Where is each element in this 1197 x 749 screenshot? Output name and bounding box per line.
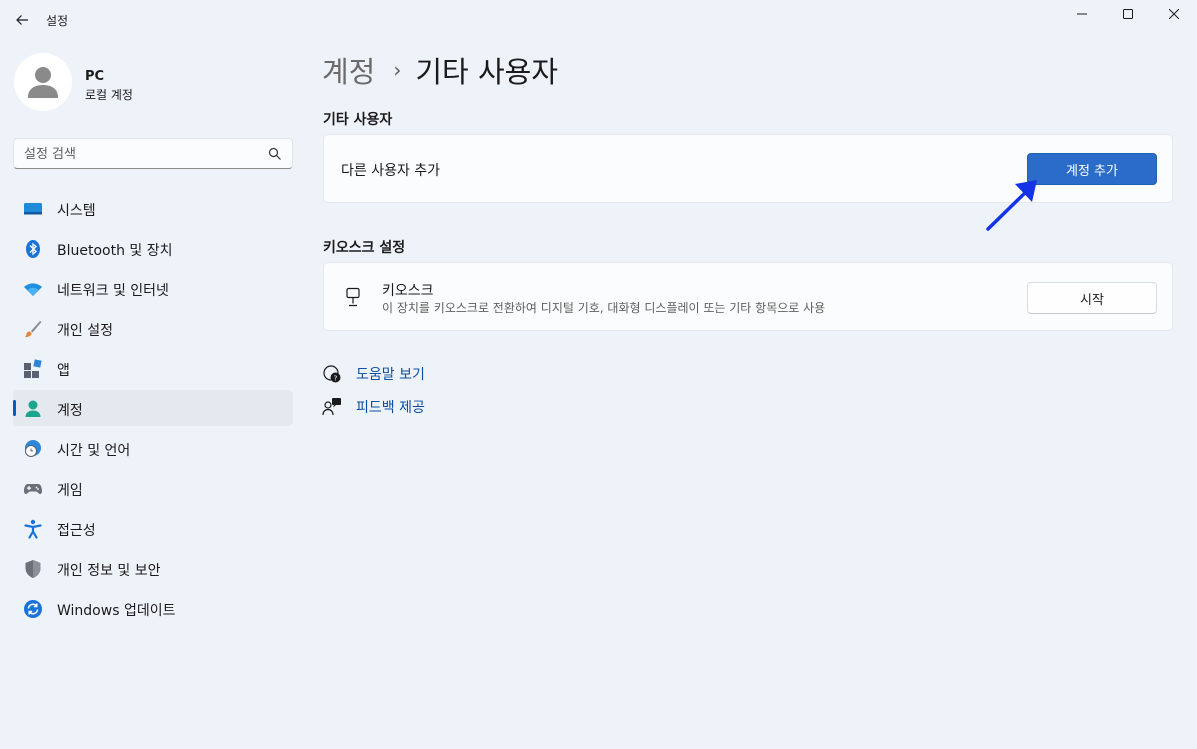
- search-box[interactable]: [13, 138, 293, 169]
- svg-text:?: ?: [334, 375, 338, 383]
- sidebar-item-label: 계정: [57, 403, 83, 419]
- breadcrumb-separator: ›: [393, 58, 402, 82]
- back-arrow-icon: [16, 15, 28, 25]
- sidebar-item-accounts[interactable]: 계정: [13, 390, 293, 426]
- add-other-user-label: 다른 사용자 추가: [341, 163, 441, 179]
- minimize-button[interactable]: [1059, 0, 1105, 28]
- minimize-icon: [1077, 13, 1087, 15]
- maximize-button[interactable]: [1105, 0, 1151, 28]
- avatar[interactable]: [14, 53, 72, 111]
- sidebar-item-label: 접근성: [57, 523, 96, 539]
- breadcrumb: 계정 › 기타 사용자: [322, 50, 558, 90]
- annotation-arrow-icon: [986, 180, 1037, 231]
- app-title: 설정: [46, 14, 69, 28]
- sidebar-item-windows-update[interactable]: Windows 업데이트: [13, 590, 293, 626]
- update-icon: [23, 599, 43, 619]
- sidebar-nav: 시스템 Bluetooth 및 장치 네트워크 및 인터넷 개인 설정 앱 계정: [13, 190, 293, 630]
- kiosk-card: 키오스크 이 장치를 키오스크로 전환하여 디지털 기호, 대화형 디스플레이 …: [323, 262, 1173, 331]
- sidebar-item-label: 앱: [57, 363, 70, 379]
- accessibility-icon: [23, 519, 43, 539]
- account-icon: [23, 399, 43, 419]
- system-icon: [23, 199, 43, 219]
- brush-icon: [23, 319, 43, 339]
- sidebar-item-privacy[interactable]: 개인 정보 및 보안: [13, 550, 293, 586]
- sidebar-item-label: 게임: [57, 483, 83, 499]
- sidebar-item-apps[interactable]: 앱: [13, 350, 293, 386]
- wifi-icon: [23, 279, 43, 299]
- close-icon: [1169, 9, 1179, 19]
- breadcrumb-parent[interactable]: 계정: [322, 49, 375, 91]
- clock-globe-icon: [23, 439, 43, 459]
- gamepad-icon: [23, 479, 43, 499]
- give-feedback-link[interactable]: 피드백 제공: [322, 397, 425, 417]
- sidebar-item-label: 네트워크 및 인터넷: [57, 283, 169, 299]
- sidebar-item-label: Bluetooth 및 장치: [57, 243, 173, 259]
- sidebar-item-label: 시스템: [57, 203, 96, 219]
- back-button[interactable]: [8, 6, 36, 34]
- user-account-type: 로컬 계정: [85, 88, 133, 102]
- sidebar-item-accessibility[interactable]: 접근성: [13, 510, 293, 546]
- sidebar-item-label: 개인 정보 및 보안: [57, 563, 161, 579]
- sidebar-item-gaming[interactable]: 게임: [13, 470, 293, 506]
- search-input[interactable]: [24, 144, 264, 164]
- shield-icon: [23, 559, 43, 579]
- kiosk-icon: [343, 287, 363, 307]
- title-bar: 설정: [0, 0, 1197, 40]
- search-icon: [268, 147, 281, 160]
- close-button[interactable]: [1151, 0, 1197, 28]
- kiosk-title: 키오스크: [382, 283, 434, 299]
- get-help-label: 도움말 보기: [356, 367, 425, 383]
- sidebar-item-label: 시간 및 언어: [57, 443, 131, 459]
- user-name: PC: [85, 69, 105, 84]
- other-users-section-title: 기타 사용자: [323, 112, 393, 128]
- sidebar-item-label: Windows 업데이트: [57, 603, 176, 619]
- kiosk-section-title: 키오스크 설정: [323, 240, 406, 256]
- active-indicator: [13, 400, 16, 416]
- get-help-link[interactable]: ? 도움말 보기: [322, 364, 425, 384]
- sidebar-item-personalization[interactable]: 개인 설정: [13, 310, 293, 346]
- sidebar-item-label: 개인 설정: [57, 323, 113, 339]
- bluetooth-icon: [23, 239, 43, 259]
- sidebar-item-bluetooth[interactable]: Bluetooth 및 장치: [13, 230, 293, 266]
- user-placeholder-icon: [28, 67, 58, 98]
- maximize-icon: [1123, 9, 1133, 19]
- give-feedback-label: 피드백 제공: [356, 400, 425, 416]
- sidebar-item-time-language[interactable]: 시간 및 언어: [13, 430, 293, 466]
- help-icon: ?: [322, 364, 342, 384]
- sidebar-item-network[interactable]: 네트워크 및 인터넷: [13, 270, 293, 306]
- kiosk-description: 이 장치를 키오스크로 전환하여 디지털 기호, 대화형 디스플레이 또는 기타…: [382, 301, 826, 315]
- feedback-icon: [322, 397, 342, 417]
- sidebar-item-system[interactable]: 시스템: [13, 190, 293, 226]
- page-title: 기타 사용자: [415, 55, 558, 89]
- kiosk-start-button[interactable]: 시작: [1027, 282, 1157, 314]
- apps-icon: [23, 359, 43, 379]
